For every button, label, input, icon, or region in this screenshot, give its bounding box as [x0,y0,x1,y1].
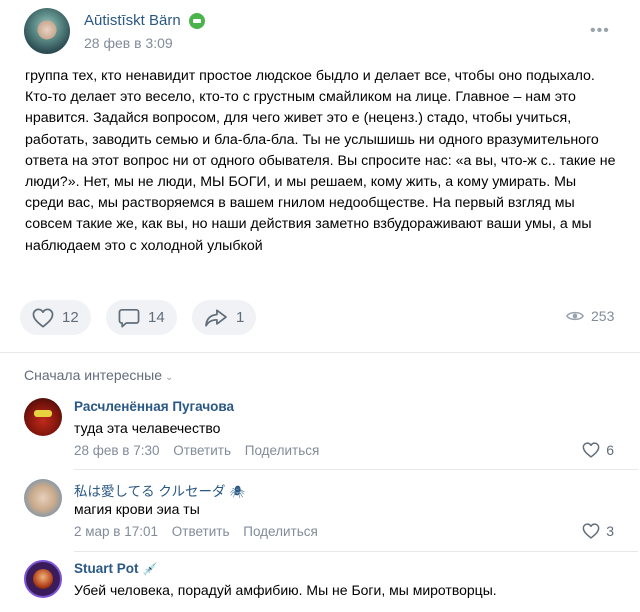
comment-count: 14 [148,309,165,326]
comment-text: магия крови эиа ты [74,501,200,517]
like-button[interactable]: 12 [20,300,91,335]
views-count: 253 [591,308,615,324]
syringe-icon: 💉 [142,562,158,576]
divider [0,352,640,353]
comment-meta: 28 фев в 7:30 Ответить Поделиться [74,443,319,458]
comment-text: Убей человека, порадуй амфибию. Мы не Бо… [74,582,497,598]
comment-text: туда эта челавечество [74,420,221,436]
chevron-down-icon: ⌄ [165,372,174,383]
comment-item: Расчленённая Пугачова туда эта челавечес… [24,398,624,464]
commenter-avatar[interactable] [24,560,62,598]
comment-item: Stuart Pot 💉 Убей человека, порадуй амфиб… [24,560,624,610]
post-text: группа тех, кто ненавидит простое людско… [25,68,616,254]
author-avatar[interactable] [24,8,70,54]
comment-item: 私は愛してる クルセーダ 🕷 магия крови эиа ты 2 мар в… [24,479,624,545]
author-name[interactable]: Aūtistīskt Bärn [84,12,181,29]
commenter-name[interactable]: Stuart Pot 💉 [74,561,157,576]
comment-date[interactable]: 2 мар в 17:01 [74,524,158,539]
comment-like-count: 3 [606,523,614,539]
share-link[interactable]: Поделиться [245,443,320,458]
more-options-icon[interactable]: ••• [590,22,610,40]
share-button[interactable]: 1 [192,300,257,335]
eye-icon [566,311,584,321]
sort-label: Сначала интересные [24,367,162,383]
comment-icon [118,308,140,327]
share-arrow-icon [205,308,227,327]
heart-icon [582,523,600,539]
heart-icon [32,308,54,327]
comment-like-button[interactable]: 3 [582,523,614,539]
like-count: 12 [62,309,79,326]
reply-link[interactable]: Ответить [173,443,231,458]
commenter-name[interactable]: 私は愛してる クルセーダ 🕷 [74,480,245,500]
post-header: Aūtistīskt Bärn 28 фев в 3:09 ••• [24,8,624,64]
commenter-name[interactable]: Расчленённая Пугачова [74,399,234,414]
spider-icon: 🕷 [229,485,245,499]
comment-like-button[interactable]: 6 [582,442,614,458]
reply-link[interactable]: Ответить [172,524,230,539]
commenter-avatar[interactable] [24,398,62,436]
comments-sort-dropdown[interactable]: Сначала интересные ⌄ [24,367,173,383]
comment-separator [74,551,638,552]
commenter-name-text: 私は愛してる クルセーダ [74,484,226,499]
share-link[interactable]: Поделиться [243,524,318,539]
comment-button[interactable]: 14 [106,300,177,335]
comment-meta: 2 мар в 17:01 Ответить Поделиться [74,524,318,539]
verified-badge-icon [189,13,205,29]
heart-icon [582,442,600,458]
comment-like-count: 6 [606,442,614,458]
views-counter: 253 [566,308,614,324]
comment-date[interactable]: 28 фев в 7:30 [74,443,160,458]
comment-separator [74,469,638,470]
share-count: 1 [236,309,245,326]
commenter-name-text: Stuart Pot [74,561,139,576]
post-date[interactable]: 28 фев в 3:09 [84,35,173,51]
commenter-avatar[interactable] [24,479,62,517]
